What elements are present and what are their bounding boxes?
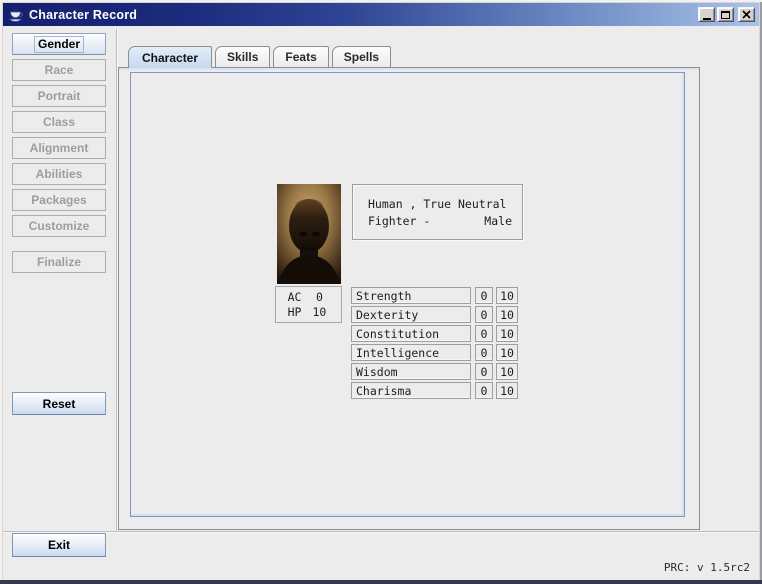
hp-label: HP: [288, 305, 302, 319]
window-title: Character Record: [29, 8, 137, 22]
statusbar-divider: [3, 531, 759, 533]
ability-score-wisdom: 10: [496, 363, 518, 380]
maximize-button[interactable]: [717, 7, 734, 22]
ac-label: AC: [288, 290, 302, 304]
ability-score-strength: 10: [496, 287, 518, 304]
sidebar-button-finalize: Finalize: [12, 251, 106, 273]
ability-mod-wisdom: 0: [475, 363, 493, 380]
sidebar-button-gender-label: Gender: [34, 36, 84, 53]
ability-name-constitution: Constitution: [351, 325, 471, 342]
ability-name-dexterity: Dexterity: [351, 306, 471, 323]
ability-score-intelligence: 10: [496, 344, 518, 361]
tab-bar: Character Skills Feats Spells: [128, 46, 391, 67]
tab-feats[interactable]: Feats: [273, 46, 328, 67]
close-icon: [742, 10, 751, 19]
sidebar-button-class: Class: [12, 111, 106, 133]
hp-value: 10: [309, 305, 329, 319]
prc-version-label: PRC: v 1.5rc2: [664, 561, 750, 574]
ac-value: 0: [309, 290, 329, 304]
exit-button[interactable]: Exit: [12, 533, 106, 557]
summary-box: Human , True Neutral Fighter - Male: [352, 184, 523, 240]
ability-name-wisdom: Wisdom: [351, 363, 471, 380]
ability-score-charisma: 10: [496, 382, 518, 399]
sidebar-button-portrait: Portrait: [12, 85, 106, 107]
tab-skills[interactable]: Skills: [215, 46, 270, 67]
window-controls: [698, 7, 755, 22]
tab-spells[interactable]: Spells: [332, 46, 391, 67]
ability-mod-dexterity: 0: [475, 306, 493, 323]
sidebar-button-race: Race: [12, 59, 106, 81]
titlebar[interactable]: Character Record: [3, 3, 759, 26]
sidebar-button-alignment: Alignment: [12, 137, 106, 159]
sidebar-button-abilities: Abilities: [12, 163, 106, 185]
ability-score-constitution: 10: [496, 325, 518, 342]
maximize-icon: [721, 11, 730, 19]
ability-name-intelligence: Intelligence: [351, 344, 471, 361]
reset-button[interactable]: Reset: [12, 392, 106, 415]
java-coffee-cup-icon: [7, 6, 24, 23]
minimize-button[interactable]: [698, 7, 715, 22]
tab-character[interactable]: Character: [128, 46, 212, 68]
vitals-box: AC 0 HP 10: [275, 286, 342, 323]
ability-mod-charisma: 0: [475, 382, 493, 399]
minimize-icon: [703, 18, 711, 20]
summary-gender: Male: [484, 213, 512, 230]
sidebar-button-packages: Packages: [12, 189, 106, 211]
ability-mod-constitution: 0: [475, 325, 493, 342]
ability-name-strength: Strength: [351, 287, 471, 304]
app-window: Character Record Gender Race Portrait Cl…: [0, 0, 762, 584]
summary-race-alignment: Human , True Neutral: [368, 196, 512, 213]
ability-mod-intelligence: 0: [475, 344, 493, 361]
ability-mod-strength: 0: [475, 287, 493, 304]
sidebar-button-customize: Customize: [12, 215, 106, 237]
character-portrait: [277, 184, 341, 284]
ability-score-dexterity: 10: [496, 306, 518, 323]
ability-name-charisma: Charisma: [351, 382, 471, 399]
close-button[interactable]: [738, 7, 755, 22]
summary-class: Fighter -: [368, 213, 430, 230]
sidebar-button-gender[interactable]: Gender: [12, 33, 106, 55]
